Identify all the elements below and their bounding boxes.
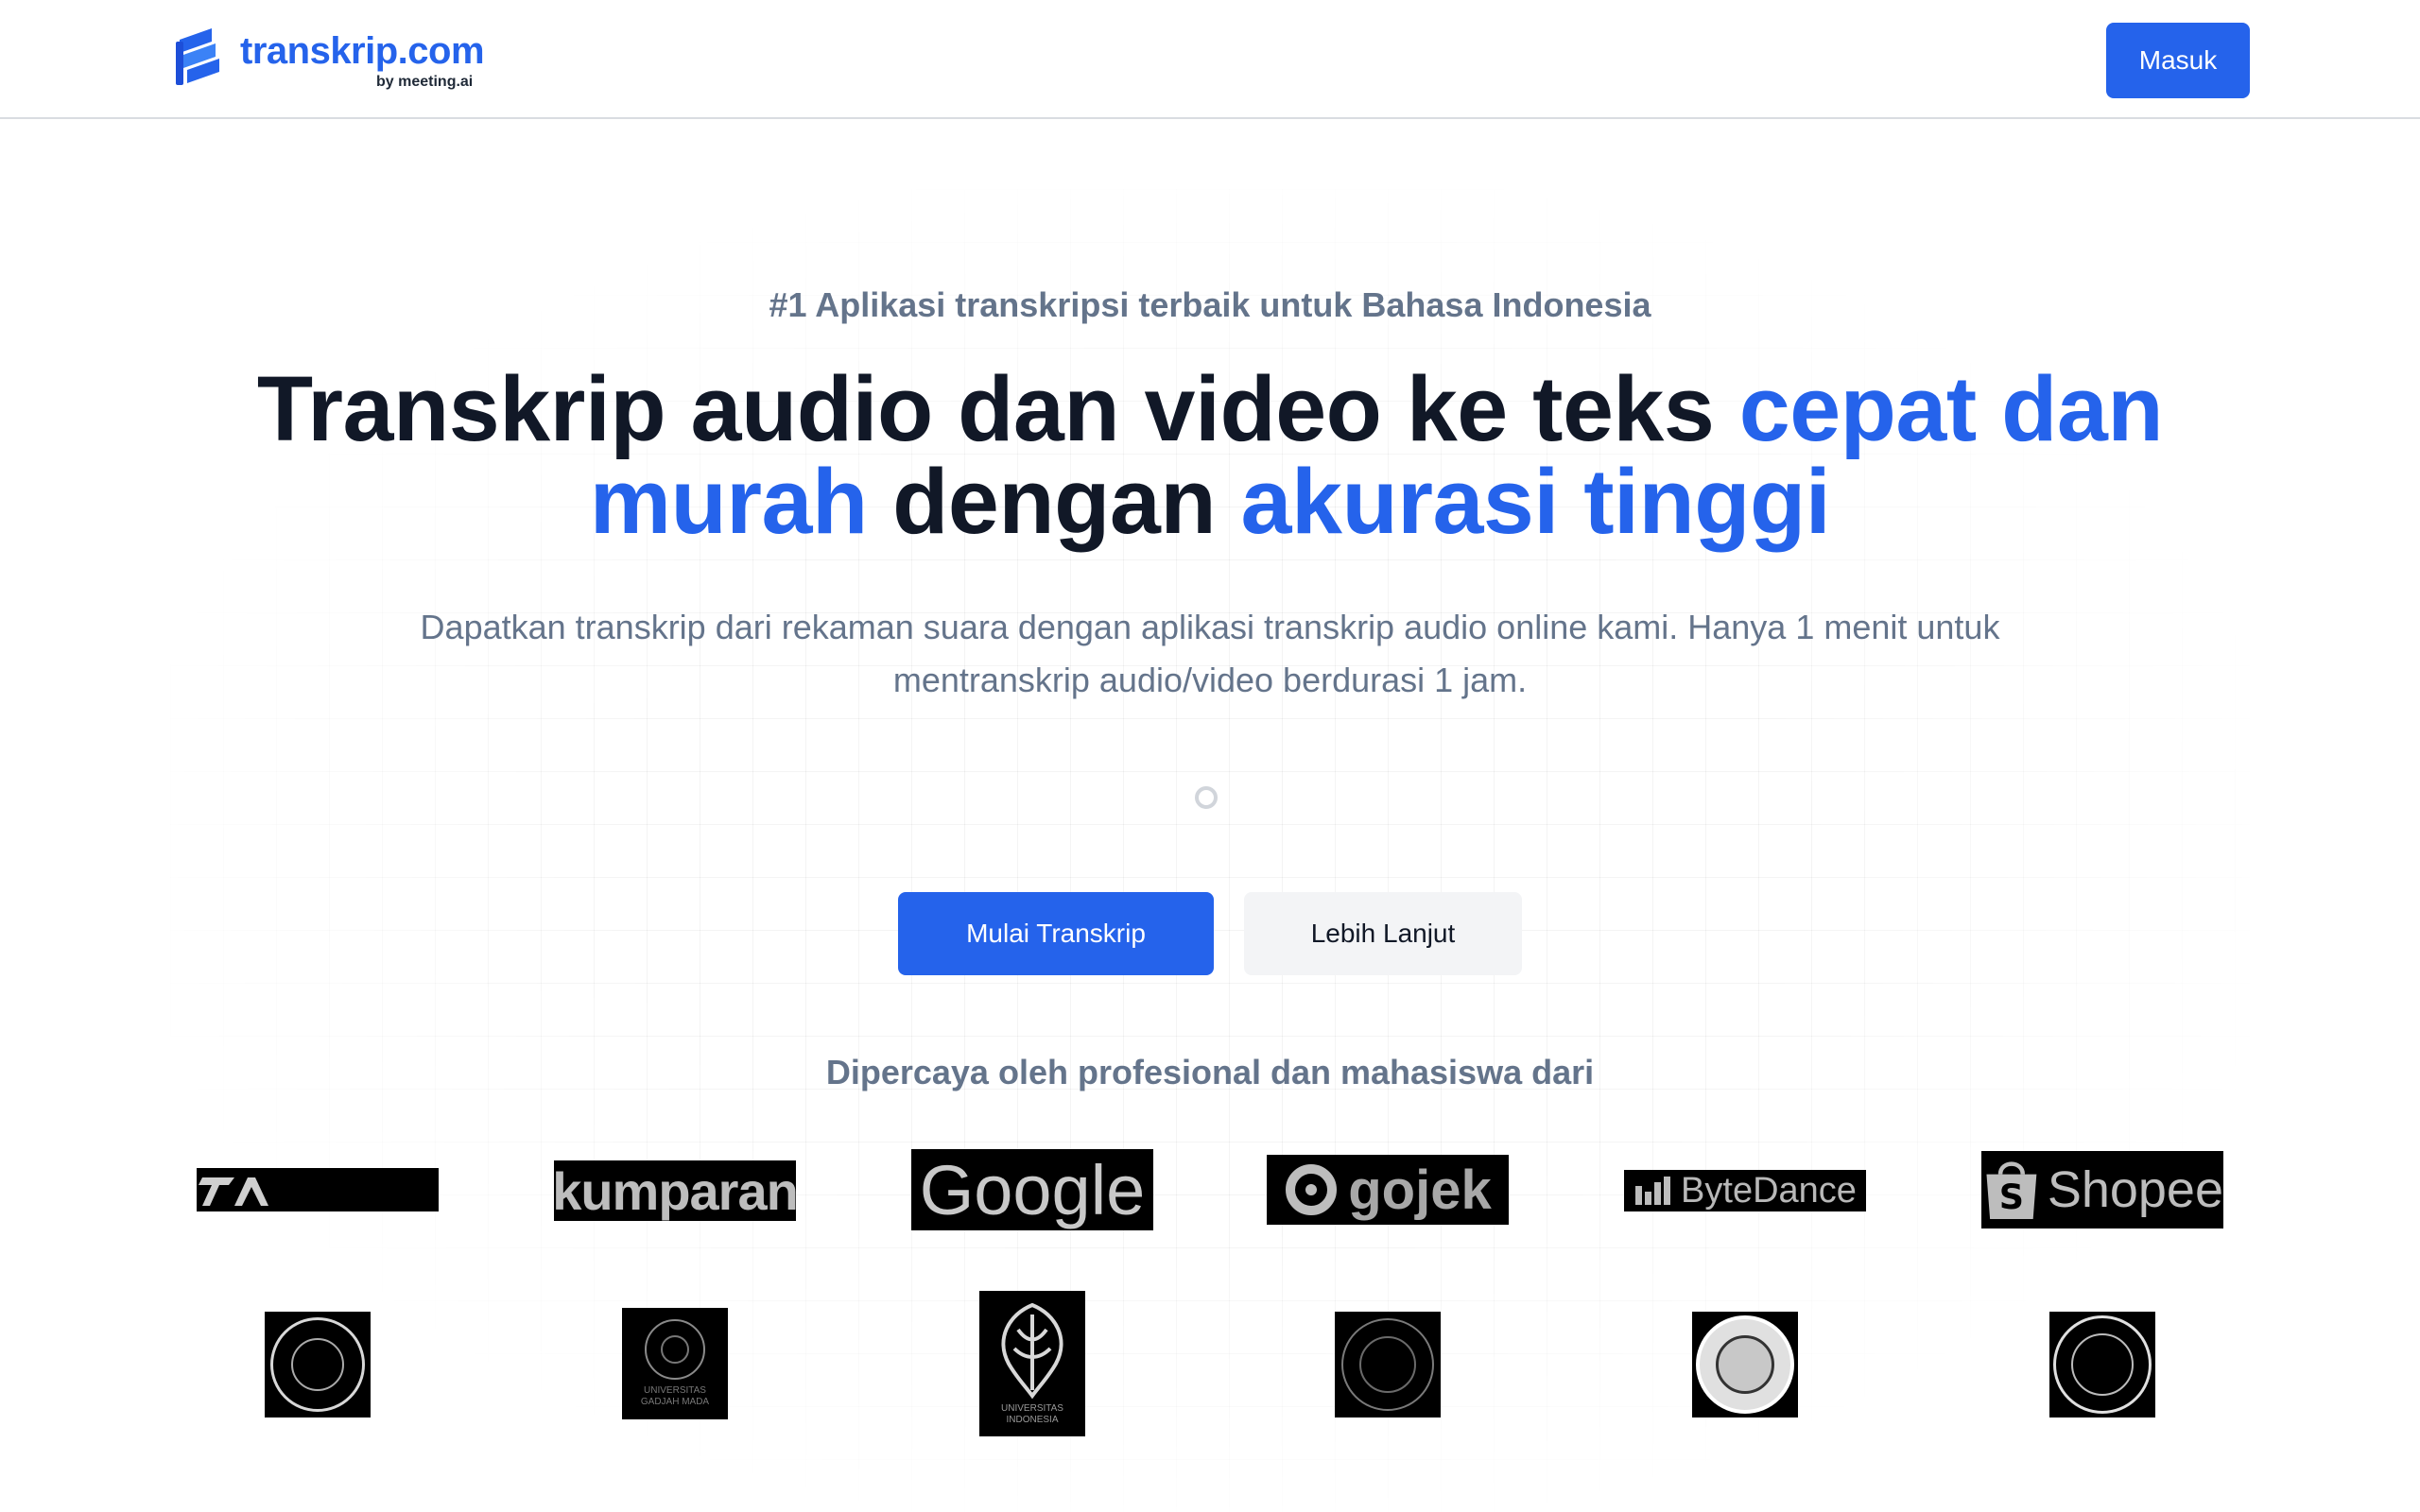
logo-mark-icon: [176, 28, 219, 85]
bytedance-mark-icon: [1635, 1177, 1671, 1205]
logo-subtext: by meeting.ai: [376, 74, 474, 90]
bytedance-logo-text: ByteDance: [1681, 1170, 1857, 1211]
shopee-logo-text: Shopee: [2047, 1161, 2223, 1218]
brand-logo-google: Google: [911, 1149, 1153, 1230]
loading-spinner-icon: [1195, 786, 1218, 809]
university-seal-itb: [265, 1312, 371, 1418]
university-seal-ugm: UNIVERSITAS GADJAH MADA: [622, 1308, 728, 1419]
brand-logo-ta: [197, 1168, 439, 1211]
stanford-seal-emblem: [1341, 1318, 1434, 1411]
gojek-logo-text: gojek: [1348, 1159, 1492, 1221]
hero-subtitle: Dapatkan transkrip dari rekaman suara de…: [420, 608, 2000, 699]
ui-seal-text: UNIVERSITAS INDONESIA: [1001, 1403, 1063, 1425]
university-seal-uc: [2049, 1312, 2155, 1418]
hero-tagline: #1 Aplikasi transkripsi terbaik untuk Ba…: [769, 285, 1651, 324]
university-seal-ui: UNIVERSITAS INDONESIA: [979, 1291, 1085, 1436]
top-header: transkrip.com by meeting.ai Masuk: [0, 0, 2420, 119]
logo-text: transkrip.com: [240, 30, 485, 72]
start-transcribe-button[interactable]: Mulai Transkrip: [898, 892, 1214, 975]
brand-logo-bytedance: ByteDance: [1624, 1170, 1866, 1211]
ui-seal-emblem-icon: [1001, 1302, 1063, 1400]
kumparan-logo-text: kumparan: [554, 1160, 796, 1221]
brand-logo-shopee: S Shopee: [1981, 1151, 2223, 1228]
university-seal-stanford: [1335, 1312, 1441, 1418]
login-button[interactable]: Masuk: [2106, 23, 2250, 98]
northwestern-seal-emblem: [1696, 1315, 1794, 1414]
google-logo-text: Google: [919, 1150, 1146, 1229]
brand-logo-gojek: gojek: [1267, 1155, 1509, 1225]
itb-seal-emblem: [270, 1317, 365, 1412]
hero-headline: Transkrip audio dan video ke teks cepat …: [189, 363, 2231, 548]
ta-logo-icon: [199, 1177, 268, 1206]
headline-part1: Transkrip audio dan video ke teks: [256, 357, 1739, 460]
ugm-seal-emblem: [645, 1319, 705, 1380]
university-seal-northwestern: [1692, 1312, 1798, 1418]
headline-highlight-2: akurasi tinggi: [1240, 450, 1831, 553]
learn-more-button[interactable]: Lebih Lanjut: [1244, 892, 1522, 975]
uc-seal-emblem: [2053, 1315, 2152, 1414]
shopee-bag-icon: S: [1986, 1161, 2037, 1219]
headline-part3: dengan: [867, 450, 1241, 553]
ugm-seal-text: UNIVERSITAS GADJAH MADA: [640, 1385, 710, 1407]
trusted-by-title: Dipercaya oleh profesional dan mahasiswa…: [825, 1053, 1595, 1091]
svg-text:S: S: [1999, 1177, 2024, 1217]
brand-logo-kumparan: kumparan: [554, 1160, 796, 1221]
gojek-mark-icon: [1286, 1164, 1338, 1215]
